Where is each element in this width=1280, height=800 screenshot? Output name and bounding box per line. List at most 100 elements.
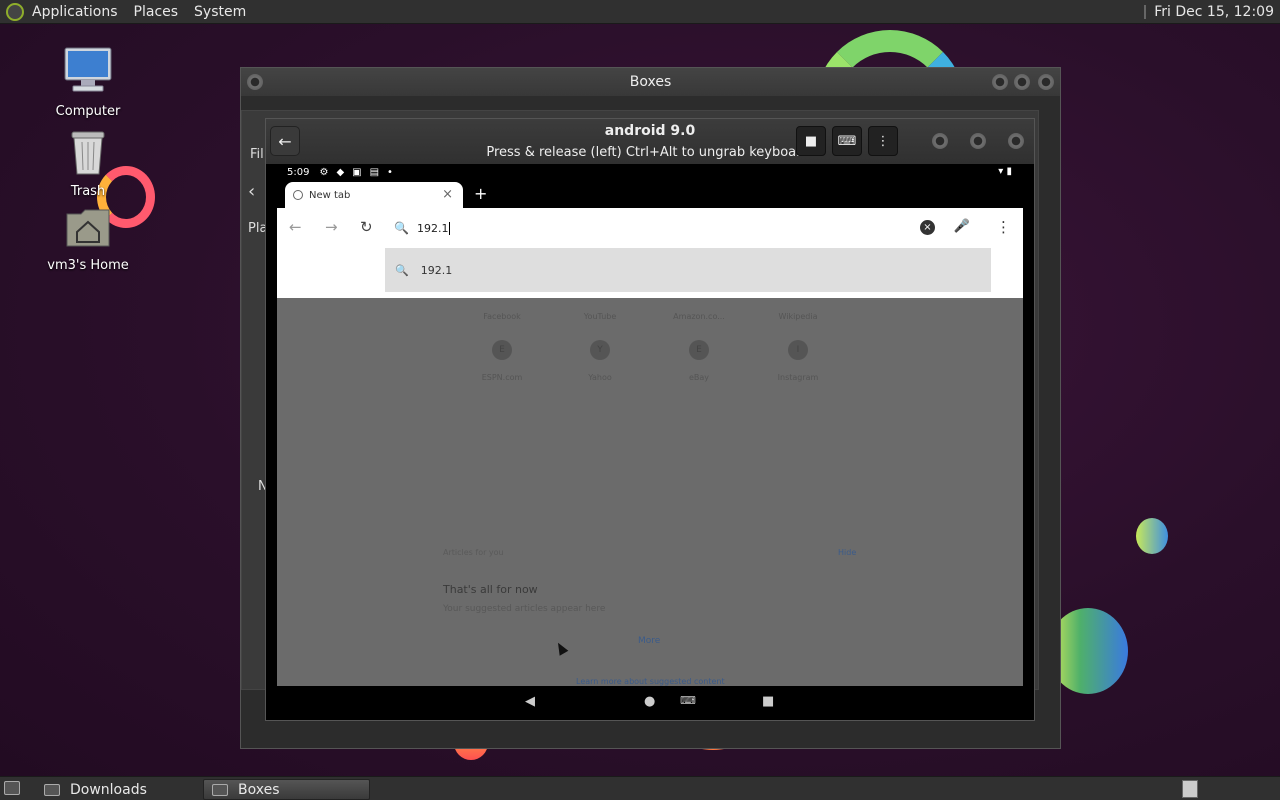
top-panel: Applications Places System Fri Dec 15, 1… (0, 0, 1280, 24)
vm-header-bar[interactable]: ← android 9.0 Press & release (left) Ctr… (266, 119, 1034, 164)
suggested-articles-text: Your suggested articles appear here (443, 604, 606, 614)
mic-icon[interactable]: 🎤 (954, 219, 970, 234)
bottom-panel: Downloads Boxes (0, 776, 1280, 800)
menu-places[interactable]: Places (134, 4, 179, 20)
nav-home-icon[interactable]: ● (644, 694, 655, 709)
vm-subtitle: Press & release (left) Ctrl+Alt to ungra… (486, 145, 814, 160)
boxes-app-icon (212, 783, 228, 796)
new-tab-button[interactable]: + (474, 184, 487, 203)
minimize-button[interactable] (992, 74, 1008, 90)
stop-button[interactable]: ■ (796, 126, 826, 156)
show-desktop-icon[interactable] (4, 781, 20, 795)
dot-icon: • (387, 166, 393, 178)
nav-back-icon[interactable]: ◀ (525, 694, 535, 709)
clock-label: Fri Dec 15, 12:09 (1154, 4, 1274, 20)
articles-header: Articles for you (443, 548, 504, 557)
browser-tabstrip: New tab × + (266, 180, 1034, 208)
boxes-titlebar[interactable]: Boxes (241, 68, 1060, 96)
hide-articles-link[interactable]: Hide (838, 548, 856, 557)
shortcut-initial: E (492, 340, 512, 360)
browser-tab[interactable]: New tab × (285, 182, 463, 208)
tab-close-icon[interactable]: × (442, 187, 453, 202)
a-icon: ▣ (352, 166, 362, 178)
folder-icon (44, 783, 60, 796)
menu-icon: ⋮ (876, 133, 890, 149)
panel-separator (1144, 5, 1147, 19)
menu-system[interactable]: System (194, 4, 246, 20)
shortcut-tile[interactable]: Y (550, 340, 650, 360)
wallpaper-blob-blue-small (1136, 518, 1168, 554)
settings-icon: ⚙ (319, 166, 329, 178)
shortcut-initial: Y (590, 340, 610, 360)
tab-title: New tab (309, 189, 351, 201)
search-icon: 🔍 (395, 263, 409, 277)
files-back-fragment: ‹ (248, 181, 256, 202)
vm-close-button[interactable] (1008, 133, 1024, 149)
stop-icon: ■ (804, 133, 818, 149)
taskbar-item-boxes[interactable]: Boxes (203, 779, 370, 800)
status-time: 5:09 (287, 166, 310, 178)
vm-display-window: ← android 9.0 Press & release (left) Ctr… (265, 118, 1035, 721)
shortcut-label: Instagram (777, 373, 819, 382)
shortcut-label: ESPN.com (481, 373, 523, 382)
menu-applications[interactable]: Applications (32, 4, 118, 20)
vm-minimize-button[interactable] (932, 133, 948, 149)
shortcut-label: Amazon.co... (673, 312, 725, 321)
all-for-now-text: That's all for now (443, 583, 538, 596)
globe-icon (293, 190, 303, 200)
desktop-icon-label: vm3's Home (47, 258, 129, 273)
screen-icon: ▤ (369, 166, 380, 178)
shortcut-tile[interactable]: I (748, 340, 848, 360)
desktop-icon-label: Trash (70, 184, 106, 199)
desktop-icon-computer[interactable]: Computer (38, 46, 138, 119)
shortcut-initial: E (689, 340, 709, 360)
clear-input-icon[interactable]: × (920, 220, 935, 235)
shortcut-label: YouTube (583, 312, 617, 321)
nav-recents-icon[interactable]: ■ (762, 694, 774, 709)
maximize-button[interactable] (1014, 74, 1030, 90)
android-nav-bar: ◀ ● ⌨ ■ (266, 686, 1034, 720)
suggestion-item[interactable]: 🔍 192.1 (385, 248, 991, 292)
window-menu-button[interactable] (247, 74, 263, 90)
more-button[interactable]: More (638, 636, 660, 646)
android-status-bar: 5:09 ⚙ ◆ ▣ ▤ • ▾ ▮ (266, 164, 1034, 180)
shortcut-label: Wikipedia (778, 312, 818, 321)
distro-logo-icon[interactable] (6, 2, 24, 21)
taskbar-item-downloads[interactable]: Downloads (36, 779, 201, 800)
keyboard-icon: ⌨ (837, 133, 857, 149)
text-caret (449, 221, 451, 235)
taskbar-label: Boxes (238, 781, 280, 798)
desktop-icon-home[interactable]: vm3's Home (38, 206, 138, 273)
desktop-icon-label: Computer (55, 104, 121, 119)
browser-toolbar: ← → ↻ 🔍 192.1 × 🎤 ⋮ (277, 208, 1023, 248)
taskbar-label: Downloads (70, 781, 147, 798)
wifi-battery-icon: ▾ ▮ (998, 166, 1012, 177)
forward-icon[interactable]: → (325, 218, 338, 236)
address-bar[interactable]: 🔍 192.1 × 🎤 (384, 214, 987, 242)
vm-menu-button[interactable]: ⋮ (868, 126, 898, 156)
shield-icon: ◆ (336, 166, 345, 178)
close-button[interactable] (1038, 74, 1054, 90)
send-keys-button[interactable]: ⌨ (832, 126, 862, 156)
more-options-icon[interactable]: ⋮ (996, 218, 1011, 236)
learn-more-link[interactable]: Learn more about suggested content (576, 677, 725, 686)
computer-icon (64, 47, 112, 92)
vm-title: android 9.0 (604, 123, 696, 139)
shortcut-tile[interactable]: E (649, 340, 749, 360)
home-folder-icon (66, 209, 110, 247)
suggestion-text: 192.1 (420, 263, 453, 277)
search-icon: 🔍 (394, 221, 409, 235)
suggestion-panel: 🔍 192.1 (277, 248, 1023, 298)
vm-maximize-button[interactable] (970, 133, 986, 149)
android-screen[interactable]: 5:09 ⚙ ◆ ▣ ▤ • ▾ ▮ New tab × + ← → ↻ 🔍 1… (266, 164, 1034, 720)
reload-icon[interactable]: ↻ (360, 218, 373, 236)
shortcut-initial: I (788, 340, 808, 360)
back-icon[interactable]: ← (289, 218, 302, 236)
shortcut-tile[interactable]: E (452, 340, 552, 360)
new-tab-page-dimmed[interactable]: Facebook YouTube Amazon.co... Wikipedia … (277, 298, 1023, 686)
nav-keyboard-icon[interactable]: ⌨ (680, 694, 696, 707)
trash-applet-icon[interactable] (1182, 780, 1198, 798)
desktop-icon-trash[interactable]: Trash (38, 126, 138, 199)
clock[interactable]: Fri Dec 15, 12:09 (1134, 0, 1280, 24)
address-input[interactable]: 192.1 (417, 222, 449, 235)
